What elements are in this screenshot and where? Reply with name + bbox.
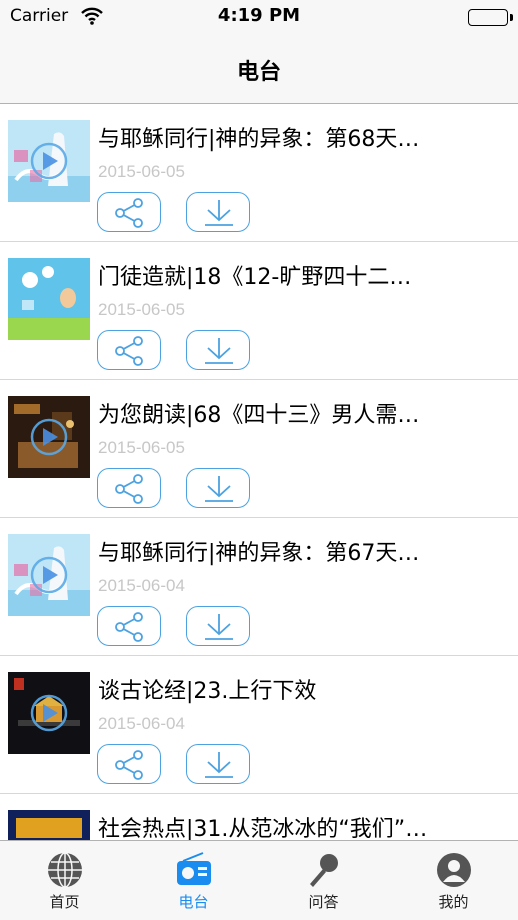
tab-bar: 首页 电台 问答 我的 xyxy=(0,840,518,920)
episode-date: 2015-06-04 xyxy=(98,714,185,733)
tab-label: 我的 xyxy=(438,893,469,911)
episode-title[interactable]: 与耶稣同行|神的异象：第68天… xyxy=(98,121,498,153)
episode-title[interactable]: 门徒造就|18《12-旷野四十二… xyxy=(98,259,498,291)
episode-date: 2015-06-05 xyxy=(98,162,185,181)
page-title: 电台 xyxy=(236,60,281,85)
download-button[interactable] xyxy=(186,744,250,784)
episode-title[interactable]: 与耶稣同行|神的异象：第67天… xyxy=(98,535,498,567)
share-button[interactable] xyxy=(97,192,161,232)
tab-mine[interactable]: 我的 xyxy=(389,841,518,920)
microphone-icon xyxy=(305,851,343,889)
person-icon xyxy=(435,851,473,889)
episode-title[interactable]: 为您朗读|68《四十三》男人需… xyxy=(98,397,498,429)
episode-date: 2015-06-04 xyxy=(98,576,185,595)
episode-list[interactable]: 与耶稣同行|神的异象：第68天… 2015-06-05 门徒造就|18《12-旷… xyxy=(0,104,518,840)
share-button[interactable] xyxy=(97,606,161,646)
list-item[interactable]: 谈古论经|23.上行下效 2015-06-04 xyxy=(0,656,518,794)
list-item[interactable]: 与耶稣同行|神的异象：第68天… 2015-06-05 xyxy=(0,104,518,242)
thumbnail-image[interactable] xyxy=(8,672,90,754)
tab-label: 电台 xyxy=(178,893,209,911)
tab-qa[interactable]: 问答 xyxy=(259,841,388,920)
clock: 4:19 PM xyxy=(217,5,301,26)
radio-icon xyxy=(175,851,213,889)
tab-label: 首页 xyxy=(49,893,80,911)
share-button[interactable] xyxy=(97,330,161,370)
episode-date: 2015-06-05 xyxy=(98,300,185,319)
tab-radio[interactable]: 电台 xyxy=(129,841,258,920)
thumbnail-image[interactable] xyxy=(8,120,90,202)
download-button[interactable] xyxy=(186,468,250,508)
battery-icon xyxy=(468,9,508,26)
list-item[interactable]: 与耶稣同行|神的异象：第67天… 2015-06-04 xyxy=(0,518,518,656)
share-button[interactable] xyxy=(97,744,161,784)
thumbnail-image[interactable] xyxy=(8,534,90,616)
download-button[interactable] xyxy=(186,192,250,232)
list-item[interactable]: 门徒造就|18《12-旷野四十二… 2015-06-05 xyxy=(0,242,518,380)
battery-tip xyxy=(510,14,513,21)
thumbnail-image[interactable] xyxy=(8,810,90,840)
list-item[interactable]: 社会热点|31.从范冰冰的“我们”… xyxy=(0,794,518,840)
thumbnail-image[interactable] xyxy=(8,258,90,340)
download-button[interactable] xyxy=(186,606,250,646)
navigation-bar: 电台 xyxy=(0,36,518,104)
tab-home[interactable]: 首页 xyxy=(0,841,129,920)
download-button[interactable] xyxy=(186,330,250,370)
thumbnail-image[interactable] xyxy=(8,396,90,478)
list-item[interactable]: 为您朗读|68《四十三》男人需… 2015-06-05 xyxy=(0,380,518,518)
status-bar: Carrier 4:19 PM xyxy=(0,0,518,36)
episode-date: 2015-06-05 xyxy=(98,438,185,457)
tab-label: 问答 xyxy=(308,893,339,911)
share-button[interactable] xyxy=(97,468,161,508)
globe-icon xyxy=(46,851,84,889)
episode-title[interactable]: 社会热点|31.从范冰冰的“我们”… xyxy=(98,811,498,840)
episode-title[interactable]: 谈古论经|23.上行下效 xyxy=(98,673,498,705)
